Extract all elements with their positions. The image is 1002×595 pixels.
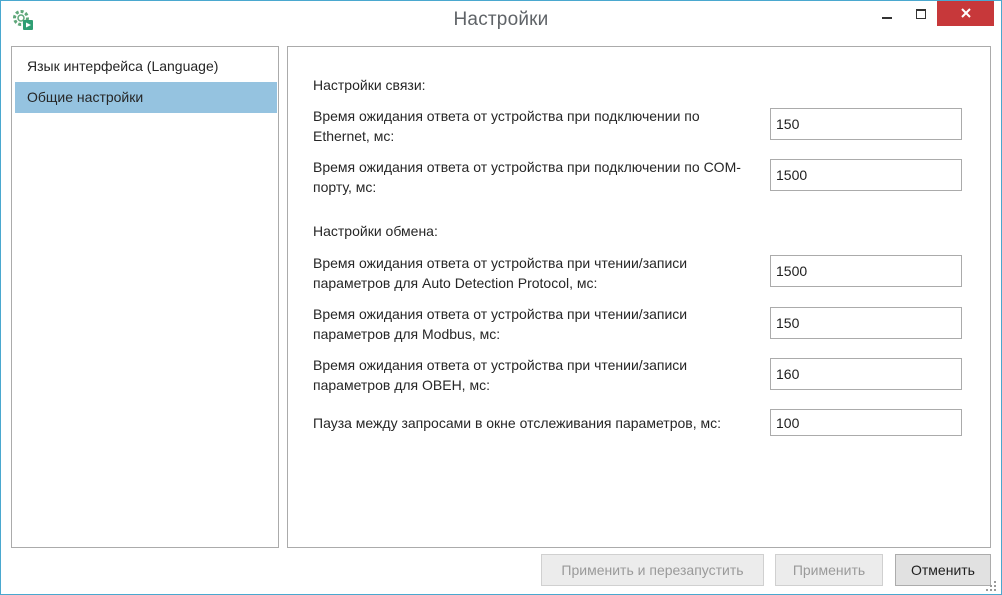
window-title: Настройки [453,9,549,30]
apply-button[interactable]: Применить [775,554,883,586]
sidebar-item-label: Язык интерфейса (Language) [27,58,219,74]
sidebar-item-general[interactable]: Общие настройки [15,82,277,113]
adp-timeout-input[interactable] [770,255,962,287]
pause-label: Пауза между запросами в окне отслеживани… [313,415,721,431]
apply-and-restart-button[interactable]: Применить и перезапустить [541,554,764,586]
owen-timeout-input[interactable] [770,358,962,390]
maximize-button[interactable] [905,1,937,29]
com-timeout-label: Время ожидания ответа от устройства при … [313,159,741,195]
modbus-timeout-input[interactable] [770,307,962,339]
pause-input[interactable] [770,409,962,436]
cancel-button[interactable]: Отменить [895,554,991,586]
settings-panel: Настройки связи: Время ожидания ответа о… [287,46,991,548]
minimize-icon [881,7,893,23]
settings-category-list: Язык интерфейса (Language) Общие настрой… [11,46,279,548]
com-timeout-input[interactable] [770,159,962,191]
close-button[interactable] [937,1,994,26]
connection-section-title: Настройки связи: [313,77,426,93]
title-bar[interactable]: Настройки [1,1,1001,39]
ethernet-timeout-input[interactable] [770,108,962,140]
exchange-section-title: Настройки обмена: [313,223,438,239]
maximize-icon [915,7,927,23]
modbus-timeout-label: Время ожидания ответа от устройства при … [313,306,688,342]
minimize-button[interactable] [871,1,903,29]
close-icon [960,6,972,22]
sidebar-item-language[interactable]: Язык интерфейса (Language) [15,51,277,82]
adp-timeout-label: Время ожидания ответа от устройства при … [313,255,688,291]
resize-grip-icon[interactable] [985,579,997,591]
ethernet-timeout-label: Время ожидания ответа от устройства при … [313,108,700,144]
settings-window: Настройки Язык интерфейса (Language) Общ… [0,0,1002,595]
owen-timeout-label: Время ожидания ответа от устройства при … [313,357,688,393]
sidebar-item-label: Общие настройки [27,89,144,105]
